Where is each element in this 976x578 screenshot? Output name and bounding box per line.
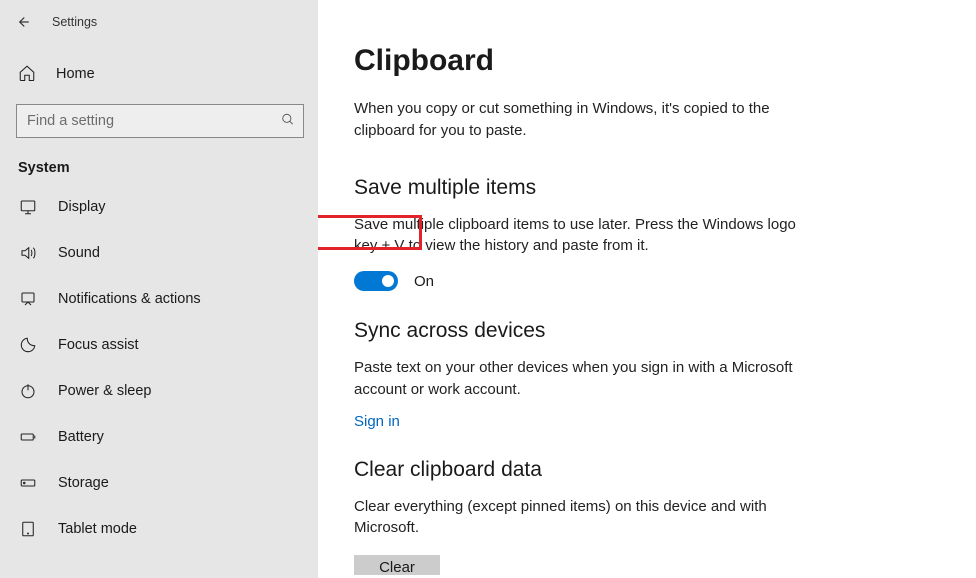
sidebar-item-display[interactable]: Display (0, 184, 318, 230)
toggle-state-label: On (414, 273, 434, 290)
sidebar-item-label: Display (58, 199, 106, 215)
settings-sidebar: Settings Home System Display Sound Notif… (0, 0, 318, 578)
storage-icon (18, 474, 38, 492)
tablet-icon (18, 520, 38, 538)
sidebar-item-label: Notifications & actions (58, 291, 201, 307)
sidebar-item-sound[interactable]: Sound (0, 230, 318, 276)
search-icon (281, 113, 295, 130)
sidebar-category-header: System (0, 142, 318, 184)
sidebar-item-power-sleep[interactable]: Power & sleep (0, 368, 318, 414)
settings-content: Clipboard When you copy or cut something… (318, 0, 976, 578)
section-heading-sync: Sync across devices (354, 319, 940, 343)
sidebar-item-home[interactable]: Home (0, 52, 318, 96)
back-button[interactable] (8, 8, 36, 36)
sidebar-item-label: Focus assist (58, 337, 139, 353)
sidebar-item-storage[interactable]: Storage (0, 460, 318, 506)
power-icon (18, 382, 38, 400)
sign-in-link[interactable]: Sign in (354, 413, 400, 430)
save-items-desc: Save multiple clipboard items to use lat… (354, 214, 804, 258)
clear-desc: Clear everything (except pinned items) o… (354, 496, 804, 540)
sidebar-item-label: Tablet mode (58, 521, 137, 537)
sidebar-item-label: Storage (58, 475, 109, 491)
section-heading-save-items: Save multiple items (354, 176, 940, 200)
sidebar-item-tablet-mode[interactable]: Tablet mode (0, 506, 318, 552)
sidebar-item-label: Battery (58, 429, 104, 445)
battery-icon (18, 428, 38, 446)
home-label: Home (56, 66, 95, 82)
sidebar-item-label: Power & sleep (58, 383, 152, 399)
sidebar-item-notifications[interactable]: Notifications & actions (0, 276, 318, 322)
display-icon (18, 198, 38, 216)
save-items-toggle[interactable] (354, 271, 398, 291)
sidebar-item-label: Sound (58, 245, 100, 261)
sound-icon (18, 244, 38, 262)
search-box[interactable] (16, 104, 304, 138)
section-heading-clear: Clear clipboard data (354, 458, 940, 482)
clear-button[interactable]: Clear (354, 555, 440, 575)
home-icon (18, 64, 36, 85)
clear-button-label: Clear (379, 559, 415, 575)
page-title: Clipboard (354, 44, 940, 78)
focus-assist-icon (18, 336, 38, 354)
page-intro: When you copy or cut something in Window… (354, 98, 784, 142)
arrow-left-icon (13, 13, 31, 31)
sync-desc: Paste text on your other devices when yo… (354, 357, 804, 401)
notifications-icon (18, 290, 38, 308)
app-title: Settings (52, 15, 97, 29)
toggle-knob (382, 275, 394, 287)
sidebar-nav-list: Display Sound Notifications & actions Fo… (0, 184, 318, 552)
sidebar-item-battery[interactable]: Battery (0, 414, 318, 460)
search-input[interactable] (17, 105, 303, 137)
annotation-arrow-icon (318, 324, 326, 384)
sidebar-item-focus-assist[interactable]: Focus assist (0, 322, 318, 368)
